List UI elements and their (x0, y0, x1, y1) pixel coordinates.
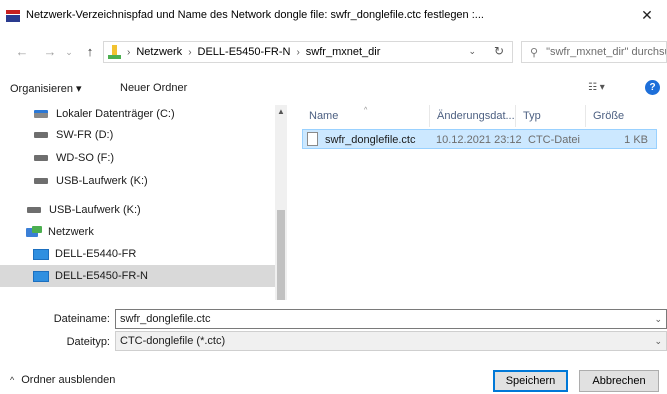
drive-icon (34, 132, 48, 138)
window-title: Netzwerk-Verzeichnispfad und Name des Ne… (26, 9, 484, 21)
column-header-size[interactable]: Größe (586, 105, 656, 127)
nav-item-dell-e5440[interactable]: DELL-E5440-FR (0, 243, 275, 265)
sort-caret-icon: ^ (364, 107, 368, 114)
filename-label: Dateiname: (53, 313, 110, 325)
file-icon (307, 132, 318, 146)
column-label: Typ (523, 110, 541, 122)
address-bar[interactable]: › Netzwerk › DELL-E5450-FR-N › swfr_mxne… (103, 41, 513, 63)
nav-item-label: DELL-E5450-FR-N (55, 270, 148, 282)
nav-item-drive-d[interactable]: SW-FR (D:) (0, 124, 275, 146)
file-name: swfr_donglefile.ctc (325, 134, 416, 146)
history-chevron-icon[interactable]: ⌄ (63, 43, 75, 61)
computer-icon (33, 248, 49, 260)
nav-item-drive-c[interactable]: Lokaler Datenträger (C:) (0, 103, 275, 125)
breadcrumb-dell-e5450[interactable]: DELL-E5450-FR-N (198, 46, 291, 58)
breadcrumb-chevron-icon[interactable]: › (296, 47, 299, 58)
scroll-up-icon[interactable]: ▲ (275, 107, 287, 116)
command-toolbar: Organisieren ▾ Neuer Ordner ☷ ▾ ? (0, 73, 667, 105)
column-header-type[interactable]: Typ (516, 105, 586, 127)
address-row: ← → ⌄ ↑ › Netzwerk › DELL-E5450-FR-N › s… (0, 31, 667, 73)
file-type: CTC-Datei (528, 134, 580, 146)
filetype-label: Dateityp: (66, 336, 110, 348)
chevron-down-icon[interactable]: ⌄ (654, 336, 662, 347)
save-button[interactable]: Speichern (493, 370, 568, 392)
hide-folders-button[interactable]: ^ Ordner ausblenden (10, 374, 115, 386)
filetype-select[interactable]: CTC-donglefile (*.ctc) ⌄ (115, 331, 667, 351)
nav-item-label: SW-FR (D:) (56, 129, 114, 141)
search-icon: ⚲ (530, 46, 539, 59)
refresh-icon[interactable]: ↻ (494, 44, 504, 58)
address-dropdown-icon[interactable]: ⌄ (468, 46, 476, 57)
nav-item-drive-k[interactable]: USB-Laufwerk (K:) (0, 170, 275, 192)
system-drive-icon (34, 110, 48, 118)
nav-item-label: Netzwerk (48, 226, 94, 238)
filename-value: swfr_donglefile.ctc (120, 313, 211, 325)
breadcrumb-chevron-icon[interactable]: › (127, 47, 130, 58)
search-placeholder: "swfr_mxnet_dir" durchsuch... (546, 46, 666, 58)
nav-item-label: USB-Laufwerk (K:) (56, 175, 148, 187)
network-folder-icon (108, 45, 121, 59)
breadcrumb-chevron-icon[interactable]: › (188, 47, 191, 58)
app-icon (6, 10, 20, 22)
nav-item-label: DELL-E5440-FR (55, 248, 137, 260)
usb-drive-icon (27, 207, 41, 213)
back-arrow-icon[interactable]: ← (12, 43, 32, 61)
chevron-down-icon[interactable]: ⌄ (654, 314, 662, 325)
cancel-button[interactable]: Abbrechen (579, 370, 659, 392)
dialog-footer: ^ Ordner ausblenden Speichern Abbrechen (0, 366, 667, 394)
title-bar: Netzwerk-Verzeichnispfad und Name des Ne… (0, 0, 667, 31)
file-date: 10.12.2021 23:12 (436, 134, 522, 146)
file-size: 1 KB (624, 134, 648, 146)
chevron-up-icon: ^ (10, 375, 15, 385)
nav-item-network[interactable]: Netzwerk (0, 221, 275, 243)
table-row[interactable]: swfr_donglefile.ctc 10.12.2021 23:12 CTC… (302, 129, 657, 149)
usb-drive-icon (34, 178, 48, 184)
nav-item-usb-k[interactable]: USB-Laufwerk (K:) (0, 199, 275, 221)
new-folder-button[interactable]: Neuer Ordner (120, 82, 187, 94)
drive-icon (34, 155, 48, 161)
nav-item-dell-e5450[interactable]: DELL-E5450-FR-N (0, 265, 275, 287)
filename-input[interactable]: swfr_donglefile.ctc ⌄ (115, 309, 667, 329)
search-input[interactable]: ⚲ "swfr_mxnet_dir" durchsuch... (521, 41, 667, 63)
breadcrumb-netzwerk[interactable]: Netzwerk (136, 46, 182, 58)
breadcrumb-mxnet-dir[interactable]: swfr_mxnet_dir (306, 46, 381, 58)
hide-folders-label: Ordner ausblenden (21, 374, 116, 386)
column-label: Änderungsdat... (437, 110, 515, 122)
help-icon[interactable]: ? (645, 80, 660, 95)
nav-item-drive-f[interactable]: WD-SO (F:) (0, 147, 275, 169)
network-icon (26, 226, 42, 238)
organize-button[interactable]: Organisieren ▾ (10, 82, 82, 95)
up-arrow-icon[interactable]: ↑ (80, 43, 100, 61)
column-label: Name (309, 110, 339, 122)
nav-item-label: Lokaler Datenträger (C:) (56, 108, 175, 120)
nav-item-label: USB-Laufwerk (K:) (49, 204, 141, 216)
column-header-name[interactable]: Name ^ (302, 105, 430, 127)
nav-item-label: WD-SO (F:) (56, 152, 115, 164)
view-options-icon[interactable]: ☷ ▾ (588, 82, 605, 93)
filetype-value: CTC-donglefile (*.ctc) (120, 335, 226, 347)
close-button[interactable]: ✕ (627, 0, 667, 31)
column-label: Größe (593, 110, 625, 122)
forward-arrow-icon[interactable]: → (40, 43, 60, 61)
computer-icon (33, 270, 49, 282)
column-header-date[interactable]: Änderungsdat... (430, 105, 516, 127)
